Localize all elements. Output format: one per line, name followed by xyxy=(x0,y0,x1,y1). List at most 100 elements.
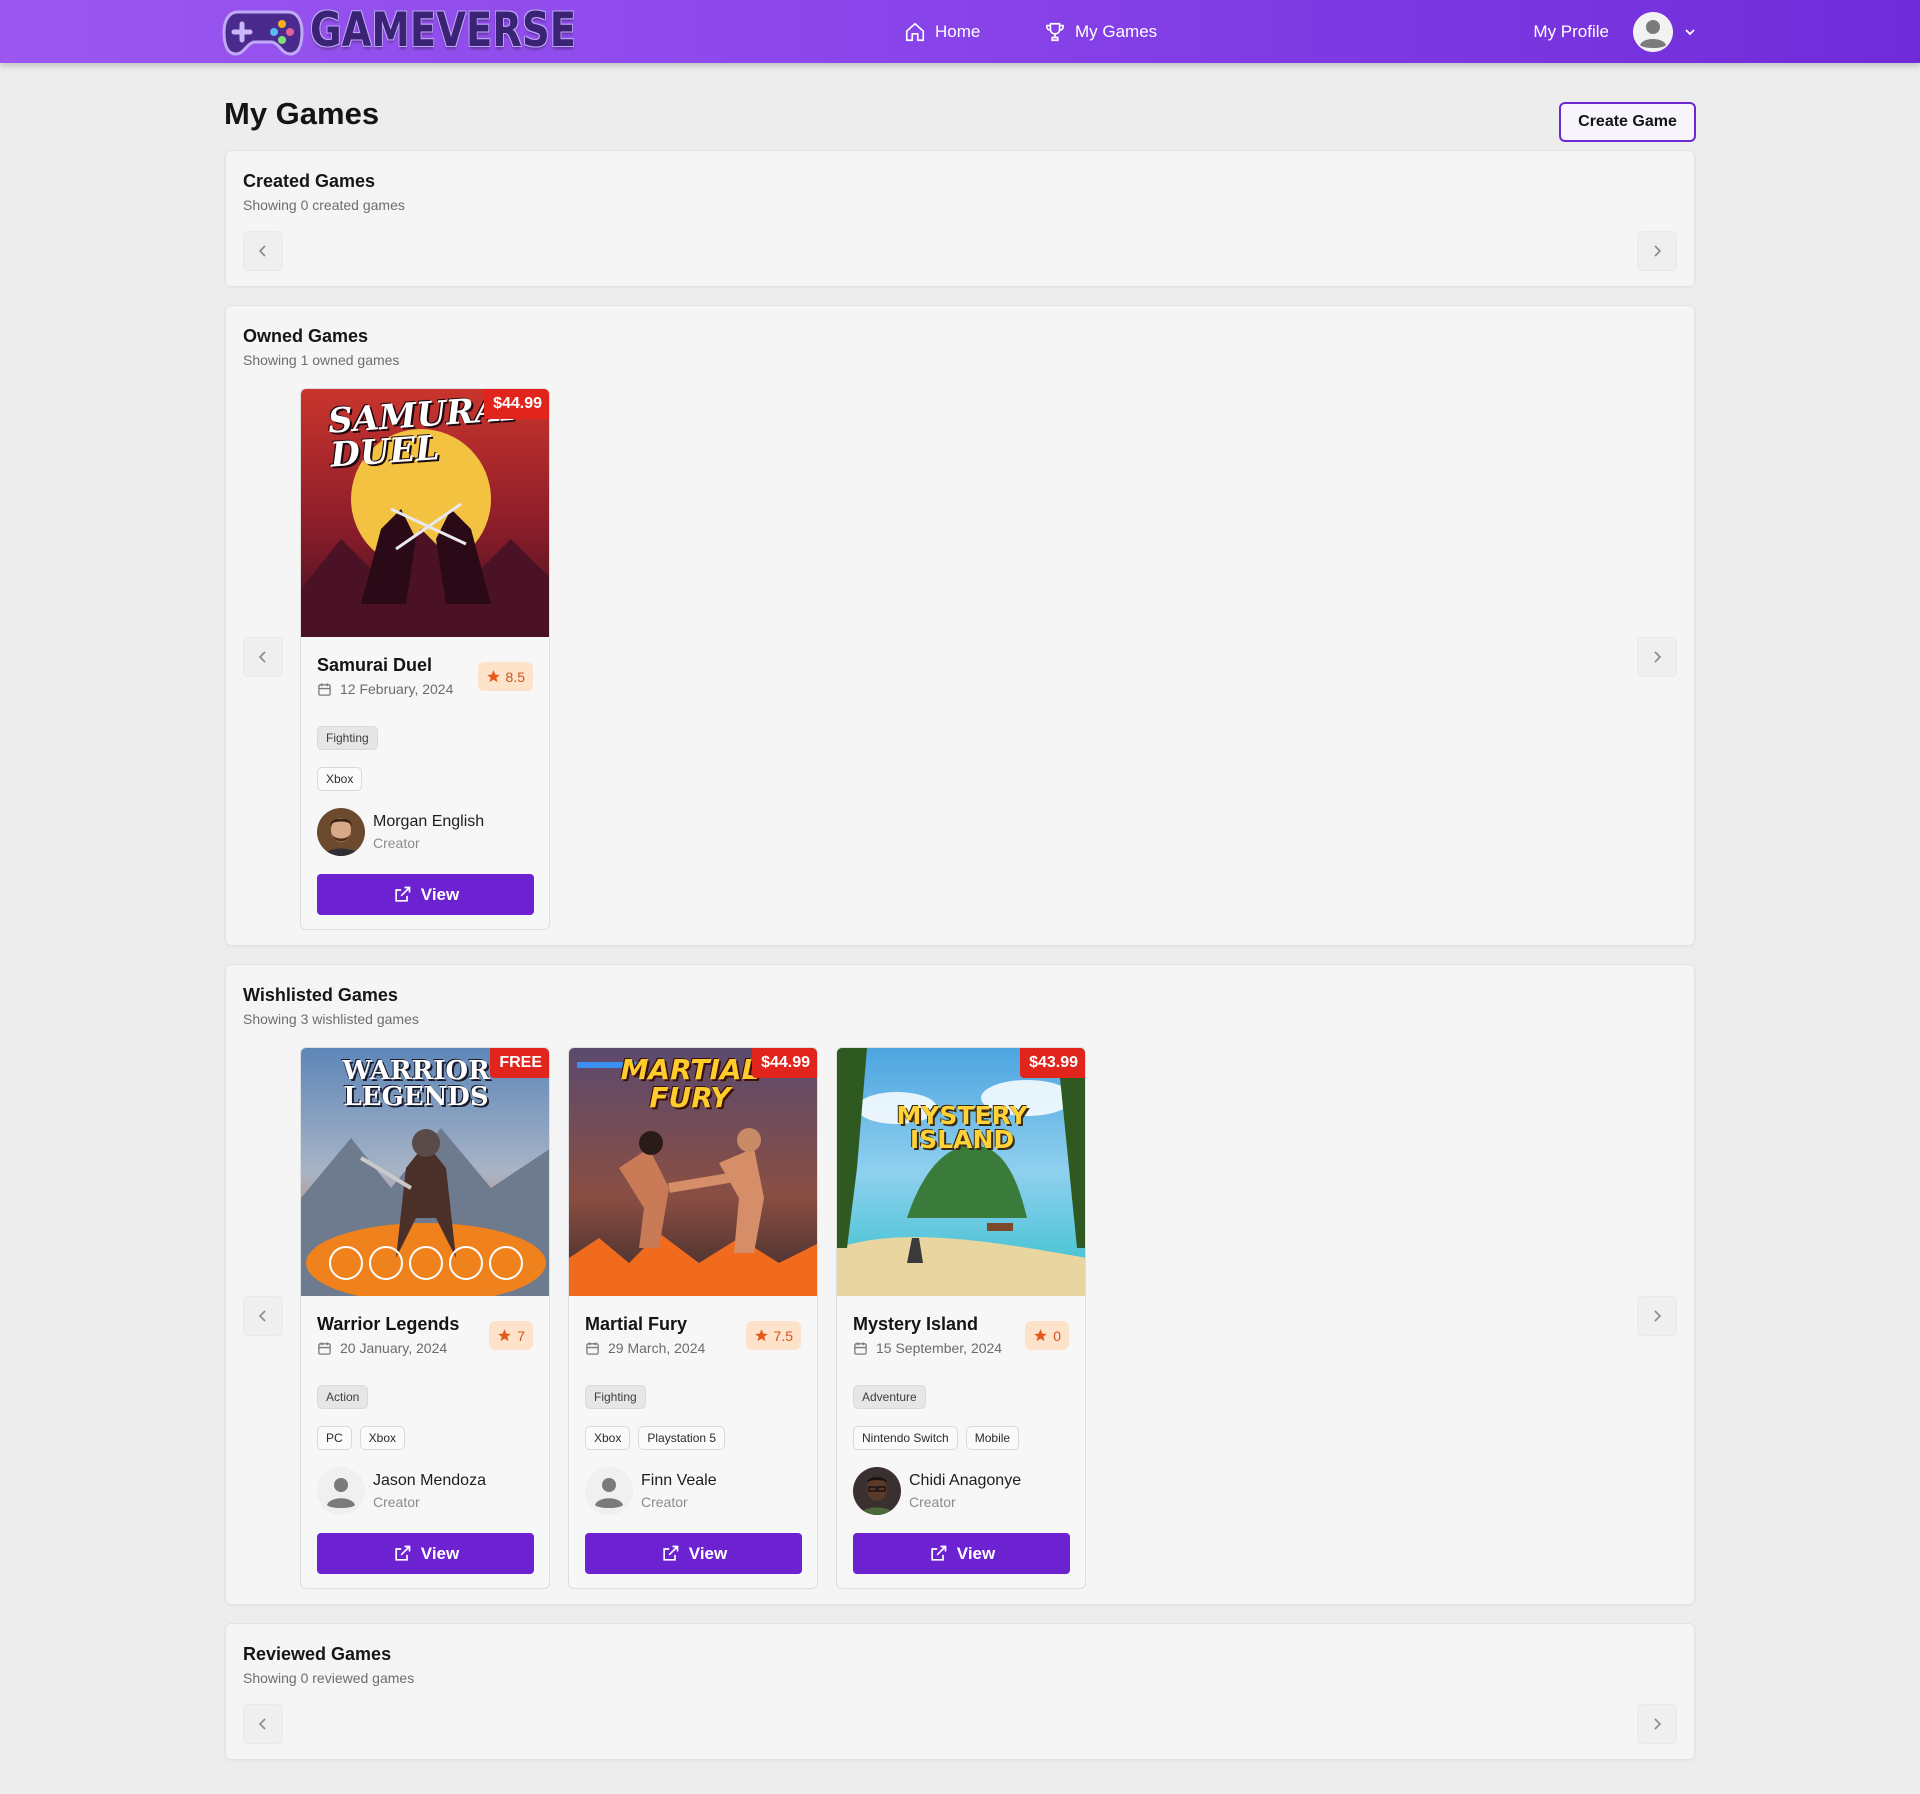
carousel-next-button[interactable] xyxy=(1637,231,1677,271)
game-card[interactable]: WARRIOR LEGENDS FREE Warrior Legends 20 … xyxy=(300,1047,550,1589)
calendar-icon xyxy=(318,682,331,696)
game-title: Martial Fury xyxy=(585,1314,688,1334)
nav-my-games[interactable]: My Games xyxy=(1044,0,1157,63)
user-avatar[interactable] xyxy=(1633,11,1673,52)
view-button-label: View xyxy=(420,1543,460,1563)
game-cover-image[interactable]: WARRIOR LEGENDS FREE xyxy=(301,1048,549,1296)
game-card[interactable]: SAMURAI DUEL $44.99 Samurai Duel 12 Febr… xyxy=(300,388,550,930)
cover-title-text: WARRIOR LEGENDS xyxy=(342,1056,490,1112)
chevron-right-icon xyxy=(1654,1718,1662,1730)
rating-badge: 0 xyxy=(1025,1321,1069,1350)
view-button-label: View xyxy=(420,884,460,904)
platform-tag: Nintendo Switch xyxy=(853,1426,958,1450)
chevron-right-icon xyxy=(1654,1310,1662,1322)
star-icon xyxy=(754,1329,768,1342)
platform-tag: Xbox xyxy=(359,1426,406,1450)
chevron-right-icon xyxy=(1654,651,1662,663)
release-date-text: 29 March, 2024 xyxy=(608,1340,706,1356)
created-games-section: Created Games Showing 0 created games xyxy=(225,150,1695,287)
chevron-left-icon xyxy=(258,1310,266,1322)
view-button[interactable]: View xyxy=(585,1533,802,1574)
platform-tag: Xbox xyxy=(585,1426,631,1450)
chevron-left-icon xyxy=(258,651,266,663)
view-button[interactable]: View xyxy=(317,1533,534,1574)
platform-tag: Xbox xyxy=(317,767,363,791)
user-icon xyxy=(1633,11,1673,52)
carousel-next-button[interactable] xyxy=(1637,637,1677,677)
rating-value: 8.5 xyxy=(505,668,525,685)
carousel-next-button[interactable] xyxy=(1637,1296,1677,1336)
gameverse-logo[interactable]: GAMEVERSE xyxy=(222,6,634,56)
game-cover-image[interactable]: SAMURAI DUEL $44.99 xyxy=(301,389,549,637)
creator-info: Morgan English Creator xyxy=(317,808,484,856)
genre-tag: Fighting xyxy=(317,726,378,750)
creator-avatar xyxy=(853,1467,901,1515)
nav-home[interactable]: Home xyxy=(904,0,980,63)
page-title: My Games xyxy=(224,96,380,131)
user-icon xyxy=(585,1467,633,1515)
game-card[interactable]: MYSTERY ISLAND $43.99 Mystery Island 15 … xyxy=(836,1047,1086,1589)
creator-info: Chidi Anagonye Creator xyxy=(853,1467,1021,1515)
carousel-prev-button[interactable] xyxy=(243,1704,283,1744)
creator-name: Chidi Anagonye xyxy=(909,1472,1022,1489)
game-cover-image[interactable]: MYSTERY ISLAND $43.99 xyxy=(837,1048,1085,1296)
creator-info: Jason Mendoza Creator xyxy=(317,1467,486,1515)
release-date: 15 September, 2024 xyxy=(853,1340,1002,1356)
chevron-right-icon xyxy=(1654,245,1662,257)
platform-tags: Xbox xyxy=(317,767,370,791)
trophy-icon xyxy=(1045,22,1065,41)
release-date: 20 January, 2024 xyxy=(317,1340,447,1356)
wishlisted-games-section: Wishlisted Games Showing 3 wishlisted ga… xyxy=(225,964,1695,1605)
platform-tags: Nintendo Switch Mobile xyxy=(853,1426,1027,1450)
carousel-next-button[interactable] xyxy=(1637,1704,1677,1744)
section-title: Created Games xyxy=(243,171,376,191)
logo-text: GAMEVERSE xyxy=(310,3,577,58)
price-badge: $43.99 xyxy=(1020,1048,1085,1078)
genre-tag: Fighting xyxy=(585,1385,646,1409)
star-icon xyxy=(486,670,500,683)
creator-avatar xyxy=(317,808,365,856)
price-badge: $44.99 xyxy=(752,1048,817,1078)
game-title: Mystery Island xyxy=(853,1314,979,1334)
section-subtitle: Showing 0 reviewed games xyxy=(243,1670,415,1686)
carousel-prev-button[interactable] xyxy=(243,231,283,271)
carousel-prev-button[interactable] xyxy=(243,1296,283,1336)
creator-info: Finn Veale Creator xyxy=(585,1467,717,1515)
rating-badge: 7 xyxy=(489,1321,533,1350)
my-profile-label: My Profile xyxy=(1533,21,1609,41)
creator-name: Morgan English xyxy=(373,813,485,830)
top-navbar: GAMEVERSE Home My Games My Profile xyxy=(0,0,1920,63)
release-date-text: 15 September, 2024 xyxy=(876,1340,1003,1356)
section-subtitle: Showing 0 created games xyxy=(243,197,405,213)
creator-role: Creator xyxy=(909,1494,956,1510)
game-title: Warrior Legends xyxy=(317,1314,460,1334)
nav-my-games-label: My Games xyxy=(1075,21,1158,41)
create-game-button[interactable]: Create Game xyxy=(1559,102,1696,142)
nav-home-label: Home xyxy=(935,21,981,41)
game-cover-image[interactable]: MARTIAL FURY $44.99 xyxy=(569,1048,817,1296)
genre-tag: Action xyxy=(317,1385,369,1409)
platform-tag: Playstation 5 xyxy=(638,1426,726,1450)
home-icon xyxy=(905,22,925,41)
gamepad-icon xyxy=(222,10,304,56)
profile-menu[interactable]: My Profile xyxy=(1533,0,1697,63)
chevron-down-icon[interactable] xyxy=(1683,25,1697,39)
release-date: 29 March, 2024 xyxy=(585,1340,705,1356)
game-card[interactable]: MARTIAL FURY $44.99 Martial Fury 29 Marc… xyxy=(568,1047,818,1589)
external-link-icon xyxy=(395,1545,411,1561)
creator-avatar xyxy=(317,1467,365,1515)
external-link-icon xyxy=(663,1545,679,1561)
owned-games-section: Owned Games Showing 1 owned games SAMURA… xyxy=(225,305,1695,946)
genre-tag: Adventure xyxy=(853,1385,926,1409)
calendar-icon xyxy=(586,1341,599,1355)
carousel-prev-button[interactable] xyxy=(243,637,283,677)
section-title: Owned Games xyxy=(243,326,369,346)
section-title: Wishlisted Games xyxy=(243,985,398,1005)
cover-title-text: MARTIAL FURY xyxy=(620,1053,760,1114)
platform-tags: Xbox Playstation 5 xyxy=(585,1426,733,1450)
rating-value: 7.5 xyxy=(773,1327,793,1344)
view-button[interactable]: View xyxy=(853,1533,1070,1574)
view-button[interactable]: View xyxy=(317,874,534,915)
rating-value: 0 xyxy=(1053,1327,1061,1344)
release-date-text: 20 January, 2024 xyxy=(340,1340,448,1356)
